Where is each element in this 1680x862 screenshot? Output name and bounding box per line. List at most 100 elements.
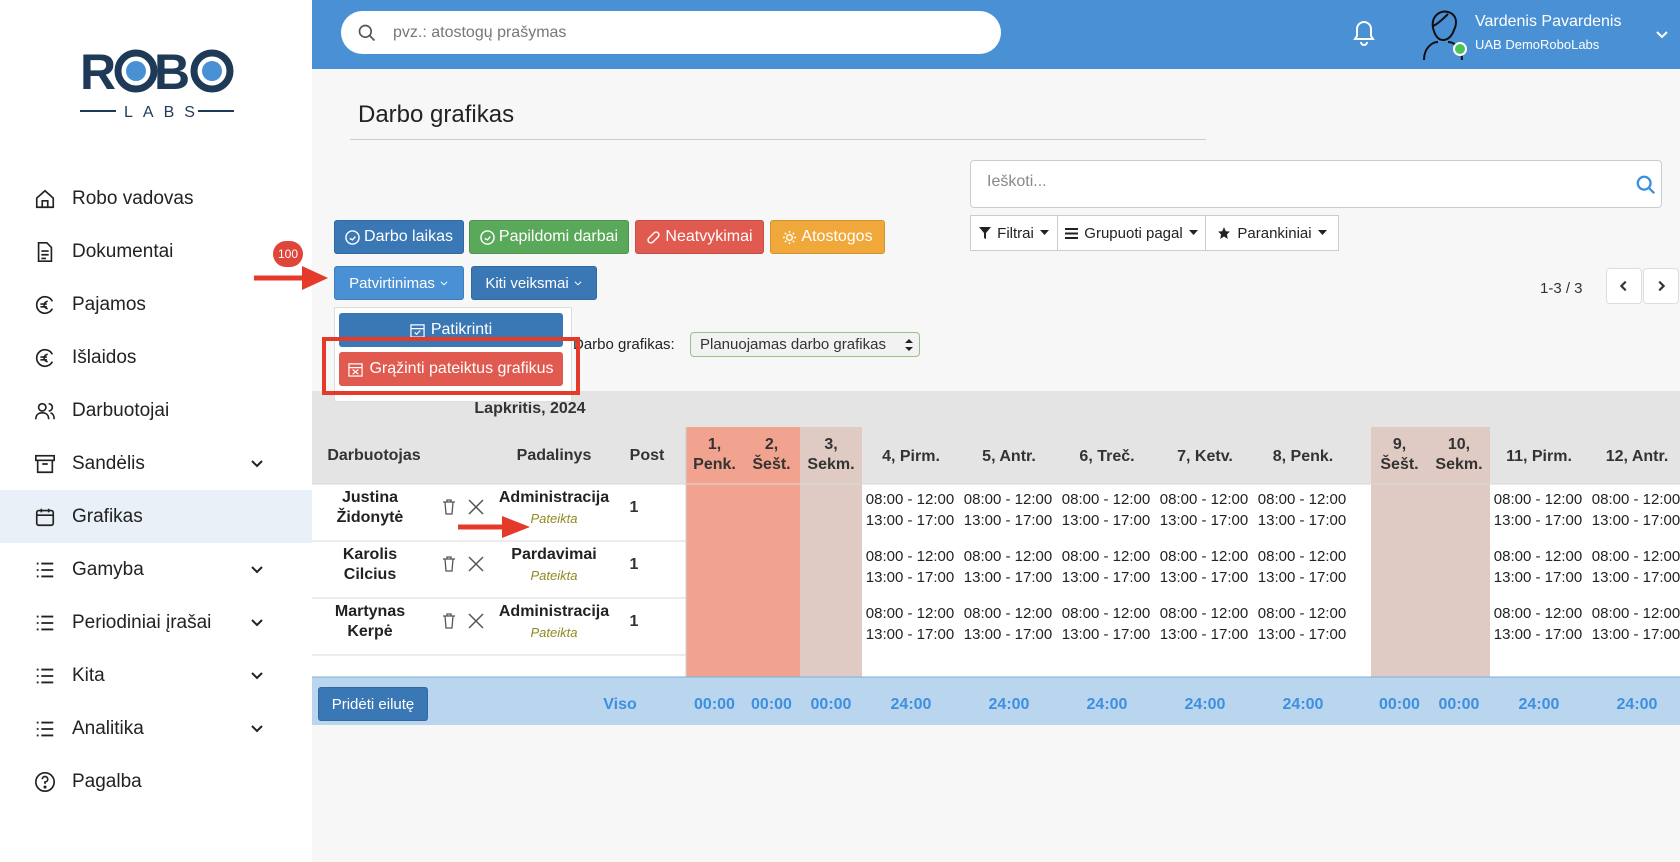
sidebar-item-analitika[interactable]: Analitika bbox=[0, 702, 312, 755]
schedule-grid: Lapkritis, 2024 Darbuotojas Padalinys Po… bbox=[312, 391, 1680, 761]
sidebar-item-label: Kita bbox=[72, 664, 105, 686]
day-header: 10, Sekm. bbox=[1435, 436, 1483, 473]
employee-name[interactable]: Karolis Cilcius bbox=[310, 545, 430, 585]
divider bbox=[350, 139, 1206, 140]
document-icon bbox=[37, 241, 53, 262]
highlight-box bbox=[322, 337, 580, 395]
global-search-input[interactable] bbox=[393, 23, 953, 42]
caret-down-icon bbox=[1039, 230, 1049, 235]
shift-cell[interactable]: 08:00 - 12:00 13:00 - 17:00 bbox=[1056, 603, 1156, 645]
trash-icon[interactable] bbox=[440, 555, 458, 573]
day-header: 5, Antr. bbox=[982, 448, 1036, 465]
caret-down-icon bbox=[1317, 230, 1327, 235]
shift-cell[interactable]: 08:00 - 12:00 13:00 - 17:00 bbox=[1488, 489, 1588, 531]
euro-icon bbox=[35, 348, 54, 367]
day-total: 00:00 bbox=[1438, 696, 1480, 713]
day-header: 12, Antr. bbox=[1605, 448, 1669, 465]
close-icon[interactable] bbox=[467, 555, 485, 573]
shift-cell[interactable]: 08:00 - 12:00 13:00 - 17:00 bbox=[860, 546, 960, 588]
chevron-down-icon bbox=[251, 460, 263, 468]
employee-name[interactable]: Martynas Kerpė bbox=[310, 602, 430, 642]
absences-button[interactable]: Neatvykimai bbox=[635, 220, 764, 254]
sidebar-item-darbuotojai[interactable]: Darbuotojai bbox=[0, 384, 312, 437]
list-icon bbox=[36, 615, 54, 630]
sidebar-item-islaidos[interactable]: Išlaidos bbox=[0, 331, 312, 384]
shift-cell[interactable]: 08:00 - 12:00 13:00 - 17:00 bbox=[1154, 489, 1254, 531]
search-icon[interactable] bbox=[1635, 174, 1657, 196]
sidebar-item-pagalba[interactable]: Pagalba bbox=[0, 755, 312, 808]
shift-cell[interactable]: 08:00 - 12:00 13:00 - 17:00 bbox=[1252, 546, 1352, 588]
global-search[interactable] bbox=[341, 11, 1001, 54]
clock-icon bbox=[345, 229, 360, 245]
sidebar-item-periodiniai-irasai[interactable]: Periodiniai įrašai bbox=[0, 596, 312, 649]
day-total: 00:00 bbox=[751, 696, 792, 713]
svg-text:B: B bbox=[154, 45, 190, 100]
sidebar-item-robo-vadovas[interactable]: Robo vadovas bbox=[0, 172, 312, 225]
sidebar-item-label: Pajamos bbox=[72, 293, 146, 315]
add-row-button[interactable]: Pridėti eilutę bbox=[318, 687, 428, 721]
prev-page-button[interactable] bbox=[1606, 268, 1642, 304]
bell-icon[interactable] bbox=[1350, 17, 1378, 47]
total-label: Viso bbox=[603, 696, 637, 713]
header-department: Padalinys bbox=[516, 447, 592, 464]
shift-cell[interactable]: 08:00 - 12:00 13:00 - 17:00 bbox=[860, 603, 960, 645]
shift-cell[interactable]: 08:00 - 12:00 13:00 - 17:00 bbox=[1252, 603, 1352, 645]
shift-cell[interactable]: 08:00 - 12:00 13:00 - 17:00 bbox=[958, 603, 1058, 645]
group-by-label: Grupuoti pagal bbox=[1084, 224, 1183, 242]
status-badge: Pateikta bbox=[530, 568, 578, 583]
sidebar: R B LABS Robo vadovas Dokumentai Pajamos… bbox=[0, 0, 312, 862]
schedule-type-select[interactable]: Planuojamas darbo grafikas bbox=[690, 332, 920, 357]
chevron-down-icon bbox=[251, 566, 263, 574]
online-status-dot bbox=[1453, 42, 1467, 56]
shift-cell[interactable]: 08:00 - 12:00 13:00 - 17:00 bbox=[1056, 489, 1156, 531]
day-total: 24:00 bbox=[1184, 696, 1226, 713]
shift-cell[interactable]: 08:00 - 12:00 13:00 - 17:00 bbox=[860, 489, 960, 531]
shift-cell[interactable]: 08:00 - 12:00 13:00 - 17:00 bbox=[1154, 546, 1254, 588]
user-company[interactable]: UAB DemoRoboLabs bbox=[1475, 37, 1599, 52]
user-name[interactable]: Vardenis Pavardenis bbox=[1475, 13, 1621, 31]
shift-cell[interactable]: 08:00 - 12:00 13:00 - 17:00 bbox=[1586, 489, 1680, 531]
group-by-button[interactable]: Grupuoti pagal bbox=[1057, 215, 1206, 251]
shift-cell[interactable]: 08:00 - 12:00 13:00 - 17:00 bbox=[1154, 603, 1254, 645]
sidebar-item-sandelis[interactable]: Sandėlis bbox=[0, 437, 312, 490]
records-search[interactable] bbox=[970, 160, 1662, 208]
employee-post: 1 bbox=[629, 556, 639, 573]
shift-cell[interactable]: 08:00 - 12:00 13:00 - 17:00 bbox=[1488, 603, 1588, 645]
top-bar: Vardenis Pavardenis UAB DemoRoboLabs bbox=[312, 0, 1680, 69]
header-post: Post bbox=[629, 447, 665, 464]
close-icon[interactable] bbox=[467, 612, 485, 630]
chevron-down-icon[interactable] bbox=[1654, 26, 1670, 42]
day-total: 00:00 bbox=[1379, 696, 1420, 713]
clock-icon bbox=[480, 229, 495, 245]
employee-department: Administracija bbox=[498, 603, 610, 620]
filters-button[interactable]: Filtrai bbox=[970, 215, 1058, 251]
work-time-button[interactable]: Darbo laikas bbox=[334, 220, 464, 254]
approval-dropdown-button[interactable]: Patvirtinimas bbox=[334, 266, 464, 300]
header-employee: Darbuotojas bbox=[327, 447, 421, 464]
sidebar-item-kita[interactable]: Kita bbox=[0, 649, 312, 702]
robolabs-logo[interactable]: R B LABS bbox=[78, 45, 238, 125]
pager-text: 1-3 / 3 bbox=[1540, 280, 1583, 297]
shift-cell[interactable]: 08:00 - 12:00 13:00 - 17:00 bbox=[958, 546, 1058, 588]
day-total: 24:00 bbox=[1518, 696, 1560, 713]
employee-name[interactable]: Justina Židonytė bbox=[310, 488, 430, 528]
other-actions-button[interactable]: Kiti veiksmai bbox=[471, 266, 597, 300]
shift-cell[interactable]: 08:00 - 12:00 13:00 - 17:00 bbox=[958, 489, 1058, 531]
trash-icon[interactable] bbox=[440, 612, 458, 630]
filter-icon bbox=[979, 227, 992, 239]
chevron-down-icon bbox=[574, 281, 582, 286]
sidebar-item-gamyba[interactable]: Gamyba bbox=[0, 543, 312, 596]
shift-cell[interactable]: 08:00 - 12:00 13:00 - 17:00 bbox=[1488, 546, 1588, 588]
shift-cell[interactable]: 08:00 - 12:00 13:00 - 17:00 bbox=[1056, 546, 1156, 588]
vacation-button[interactable]: Atostogos bbox=[770, 220, 885, 254]
list-icon bbox=[36, 721, 54, 736]
shift-cell[interactable]: 08:00 - 12:00 13:00 - 17:00 bbox=[1252, 489, 1352, 531]
day-header: 8, Penk. bbox=[1272, 448, 1334, 465]
sidebar-item-grafikas[interactable]: Grafikas bbox=[0, 490, 312, 543]
extra-work-button[interactable]: Papildomi darbai bbox=[469, 220, 629, 254]
favorites-button[interactable]: Parankiniai bbox=[1205, 215, 1339, 251]
records-search-input[interactable] bbox=[987, 173, 1607, 191]
next-page-button[interactable] bbox=[1643, 268, 1679, 304]
shift-cell[interactable]: 08:00 - 12:00 13:00 - 17:00 bbox=[1586, 603, 1680, 645]
shift-cell[interactable]: 08:00 - 12:00 13:00 - 17:00 bbox=[1586, 546, 1680, 588]
